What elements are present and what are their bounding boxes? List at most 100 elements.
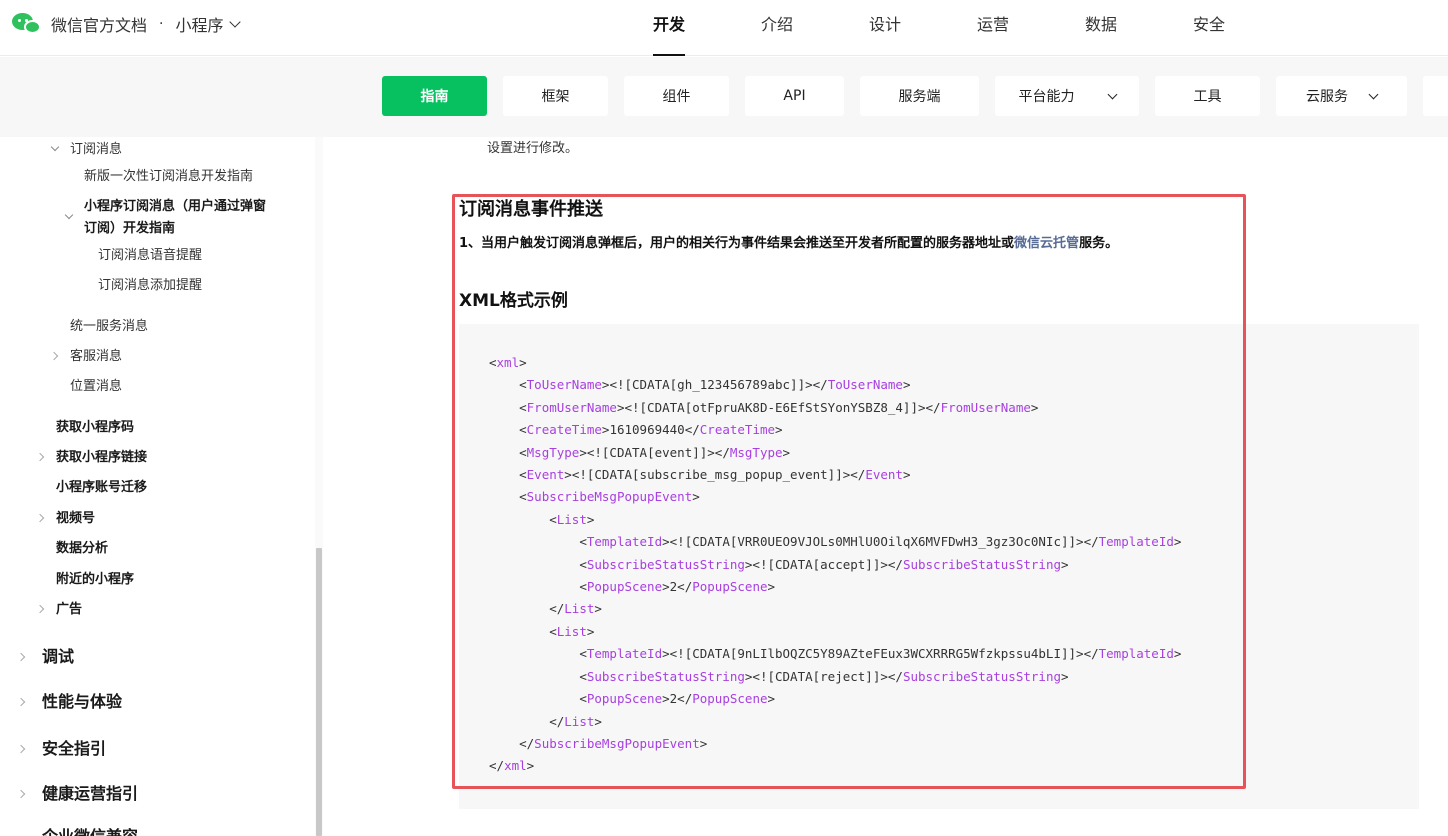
xml-tag: ToUserName xyxy=(827,377,903,393)
sidebar-item-performance[interactable]: 性能与体验 xyxy=(42,691,122,713)
chevron-down-icon xyxy=(229,16,242,28)
sidebar-item-security-guide[interactable]: 安全指引 xyxy=(42,738,106,760)
chevron-down-icon xyxy=(1368,89,1379,99)
sidebar-item-mp-subscribe-2[interactable]: 订阅）开发指南 xyxy=(84,218,175,240)
sidebar-item-ads[interactable]: 广告 xyxy=(56,599,82,621)
code-line: <List> xyxy=(549,623,595,639)
xml-value: 2 xyxy=(669,579,678,595)
subnav-platform[interactable]: 平台能力 xyxy=(995,76,1139,116)
subnav-server[interactable]: 服务端 xyxy=(860,76,979,116)
subnav-tools[interactable]: 工具 xyxy=(1155,76,1260,116)
chevron-right-icon[interactable] xyxy=(35,604,45,614)
subnav-cloud[interactable]: 云服务 xyxy=(1276,76,1407,116)
subnav-api[interactable]: API xyxy=(745,76,844,116)
nav-design[interactable]: 设计 xyxy=(831,0,939,56)
code-line: </List> xyxy=(549,713,602,729)
product-switcher[interactable]: 小程序 xyxy=(175,12,242,36)
code-line: <TemplateId><![CDATA[VRR0UEO9VJOLs0MHlU0… xyxy=(579,534,1182,550)
xml-value: <![CDATA[VRR0UEO9VJOLs0MHlU0OilqX6MVFDwH… xyxy=(669,534,1084,550)
code-line: <xml> xyxy=(489,355,527,370)
chevron-right-icon[interactable] xyxy=(16,652,26,662)
nav-intro[interactable]: 介绍 xyxy=(723,0,831,56)
sidebar-item-health-ops[interactable]: 健康运营指引 xyxy=(42,783,138,805)
nav-security[interactable]: 安全 xyxy=(1155,0,1263,56)
section-paragraph: 1、当用户触发订阅消息弹框后，用户的相关行为事件结果会推送至开发者所配置的服务器… xyxy=(459,232,1118,251)
subnav-more[interactable] xyxy=(1423,76,1448,116)
site-title[interactable]: 微信官方文档 xyxy=(51,12,147,36)
subnav-framework[interactable]: 框架 xyxy=(503,76,608,116)
chevron-down-icon[interactable] xyxy=(50,142,60,152)
sidebar-item-kefu-msg[interactable]: 客服消息 xyxy=(70,346,122,368)
product-label: 小程序 xyxy=(175,16,224,35)
paragraph-prefix: 1、当用户触发订阅消息弹框后，用户的相关行为事件结果会推送至开发者所配置的服务器… xyxy=(459,236,1015,251)
nav-develop[interactable]: 开发 xyxy=(615,0,723,56)
sidebar-item-mp-subscribe[interactable]: 小程序订阅消息（用户通过弹窗 xyxy=(84,196,266,218)
xml-value: <![CDATA[gh_123456789abc]]> xyxy=(609,377,813,393)
subnav-components[interactable]: 组件 xyxy=(624,76,729,116)
xml-value: <![CDATA[reject]]> xyxy=(752,668,888,684)
xml-tag: SubscribeMsgPopupEvent xyxy=(534,735,700,751)
xml-tag: List xyxy=(564,601,595,617)
xml-tag: FromUserName xyxy=(526,399,617,415)
sidebar-item-new-onetime[interactable]: 新版一次性订阅消息开发指南 xyxy=(84,166,253,188)
sidebar-item-unified-msg[interactable]: 统一服务消息 xyxy=(70,316,148,338)
wechat-cloud-link[interactable]: 微信云托管 xyxy=(1014,236,1079,251)
sidebar-item-debug[interactable]: 调试 xyxy=(42,646,74,668)
code-line: <TemplateId><![CDATA[9nLIlbOQZC5Y89AZteF… xyxy=(579,646,1182,662)
xml-tag: ToUserName xyxy=(526,377,602,393)
section-heading: 订阅消息事件推送 xyxy=(459,199,603,220)
xml-tag: SubscribeStatusString xyxy=(586,668,745,684)
subnav-guide[interactable]: 指南 xyxy=(382,76,487,116)
sidebar-item-channels[interactable]: 视频号 xyxy=(56,508,95,530)
code-line: <SubscribeStatusString><![CDATA[accept]]… xyxy=(579,556,1069,572)
xml-tag: SubscribeStatusString xyxy=(902,556,1061,572)
xml-tag: PopupScene xyxy=(586,691,663,707)
sub-nav: 指南 框架 组件 API 服务端 平台能力 工具 云服务 xyxy=(0,57,1448,137)
xml-code: <xml> <ToUserName><![CDATA[gh_123456789a… xyxy=(489,352,1181,778)
top-header: 微信官方文档 · 小程序 开发 介绍 设计 运营 数据 安全 xyxy=(0,0,1448,56)
sidebar-scrollbar[interactable] xyxy=(316,548,322,836)
code-line: <ToUserName><![CDATA[gh_123456789abc]]><… xyxy=(519,377,911,393)
nav-data[interactable]: 数据 xyxy=(1047,0,1155,56)
xml-value: <![CDATA[accept]]> xyxy=(752,556,888,572)
sidebar-item-add-remind[interactable]: 订阅消息添加提醒 xyxy=(98,275,202,297)
xml-tag: Event xyxy=(526,467,565,483)
xml-tag: List xyxy=(556,511,587,527)
code-line: <Event><![CDATA[subscribe_msg_popup_even… xyxy=(519,467,911,483)
sidebar-item-account-migrate[interactable]: 小程序账号迁移 xyxy=(56,477,147,499)
chevron-right-icon[interactable] xyxy=(16,697,26,707)
chevron-right-icon[interactable] xyxy=(49,351,59,361)
xml-tag: SubscribeMsgPopupEvent xyxy=(526,489,693,505)
xml-tag: TemplateId xyxy=(586,534,663,550)
sidebar-item-location-msg[interactable]: 位置消息 xyxy=(70,376,122,398)
chevron-right-icon[interactable] xyxy=(16,744,26,754)
xml-value: 2 xyxy=(669,691,678,707)
sidebar-item-subscribe-msg[interactable]: 订阅消息 xyxy=(70,139,122,161)
main-content: 设置进行修改。 订阅消息事件推送 1、当用户触发订阅消息弹框后，用户的相关行为事… xyxy=(325,137,1448,836)
chevron-right-icon[interactable] xyxy=(35,513,45,523)
xml-tag: PopupScene xyxy=(692,691,768,707)
brand[interactable]: 微信官方文档 · 小程序 xyxy=(12,10,242,38)
xml-tag: xml xyxy=(496,355,520,370)
wechat-logo-icon xyxy=(12,11,42,37)
code-line: <SubscribeMsgPopupEvent> xyxy=(519,489,700,505)
sidebar: 订阅消息 新版一次性订阅消息开发指南 小程序订阅消息（用户通过弹窗 订阅）开发指… xyxy=(0,137,325,836)
previous-paragraph: 设置进行修改。 xyxy=(487,141,579,156)
nav-operations[interactable]: 运营 xyxy=(939,0,1047,56)
xml-tag: MsgType xyxy=(526,444,580,460)
sidebar-item-cut-off[interactable]: 企业微信兼容 xyxy=(42,826,138,836)
subnav-platform-label: 平台能力 xyxy=(1018,89,1075,105)
code-line: <PopupScene>2</PopupScene> xyxy=(579,579,776,595)
sidebar-item-nearby[interactable]: 附近的小程序 xyxy=(56,569,134,591)
chevron-right-icon[interactable] xyxy=(35,452,45,462)
sidebar-item-voice-remind[interactable]: 订阅消息语音提醒 xyxy=(98,245,202,267)
chevron-right-icon[interactable] xyxy=(16,789,26,799)
sidebar-item-get-code[interactable]: 获取小程序码 xyxy=(56,417,134,439)
paragraph-suffix: 服务。 xyxy=(1079,236,1119,251)
code-line: <List> xyxy=(549,511,595,527)
chevron-down-icon[interactable] xyxy=(64,210,74,220)
xml-tag: SubscribeStatusString xyxy=(902,668,1061,684)
sidebar-item-data-analysis[interactable]: 数据分析 xyxy=(56,538,108,560)
sidebar-item-get-link[interactable]: 获取小程序链接 xyxy=(56,447,147,469)
title-separator: · xyxy=(159,16,164,32)
